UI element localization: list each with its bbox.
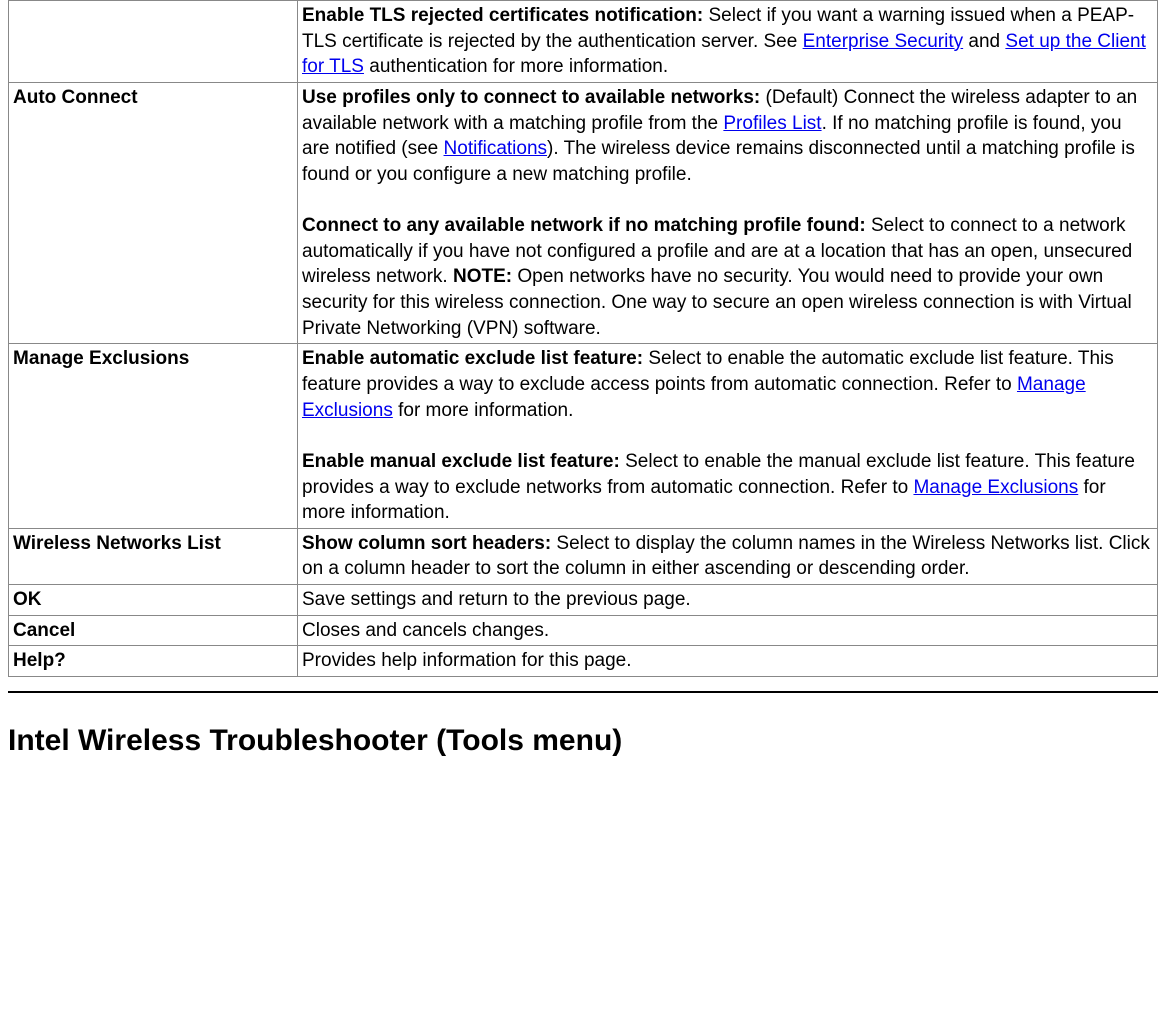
section-separator [8, 691, 1158, 693]
row-description: Provides help information for this page. [298, 646, 1158, 677]
bold-text: Enable automatic exclude list feature: [302, 348, 643, 369]
settings-table: Enable TLS rejected certificates notific… [8, 0, 1158, 677]
row-label: Help? [9, 646, 298, 677]
doc-link[interactable]: Set up the Client for TLS [302, 31, 1146, 78]
bold-text: Enable manual exclude list feature: [302, 451, 620, 472]
table-row: OKSave settings and return to the previo… [9, 585, 1158, 616]
bold-text: Use profiles only to connect to availabl… [302, 87, 760, 108]
bold-text: Connect to any available network if no m… [302, 215, 866, 236]
bold-text: Enable TLS rejected certificates notific… [302, 5, 703, 26]
row-description: Use profiles only to connect to availabl… [298, 82, 1158, 343]
doc-link[interactable]: Profiles List [723, 113, 821, 134]
row-label: Manage Exclusions [9, 344, 298, 528]
row-label: Wireless Networks List [9, 528, 298, 584]
bold-text: Show column sort headers: [302, 533, 551, 554]
doc-link[interactable]: Enterprise Security [803, 31, 964, 52]
bold-text: NOTE: [453, 266, 512, 287]
row-label: Cancel [9, 615, 298, 646]
row-description: Enable automatic exclude list feature: S… [298, 344, 1158, 528]
table-row: Wireless Networks ListShow column sort h… [9, 528, 1158, 584]
section-heading: Intel Wireless Troubleshooter (Tools men… [8, 721, 1158, 762]
row-label [9, 1, 298, 83]
table-row: Auto ConnectUse profiles only to connect… [9, 82, 1158, 343]
doc-link[interactable]: Notifications [444, 138, 548, 159]
table-row: Enable TLS rejected certificates notific… [9, 1, 1158, 83]
row-label: Auto Connect [9, 82, 298, 343]
row-description: Enable TLS rejected certificates notific… [298, 1, 1158, 83]
row-description: Save settings and return to the previous… [298, 585, 1158, 616]
doc-link[interactable]: Manage Exclusions [913, 477, 1078, 498]
row-description: Show column sort headers: Select to disp… [298, 528, 1158, 584]
table-row: Help?Provides help information for this … [9, 646, 1158, 677]
doc-link[interactable]: Manage Exclusions [302, 374, 1086, 421]
table-row: Manage ExclusionsEnable automatic exclud… [9, 344, 1158, 528]
row-description: Closes and cancels changes. [298, 615, 1158, 646]
table-row: CancelCloses and cancels changes. [9, 615, 1158, 646]
row-label: OK [9, 585, 298, 616]
